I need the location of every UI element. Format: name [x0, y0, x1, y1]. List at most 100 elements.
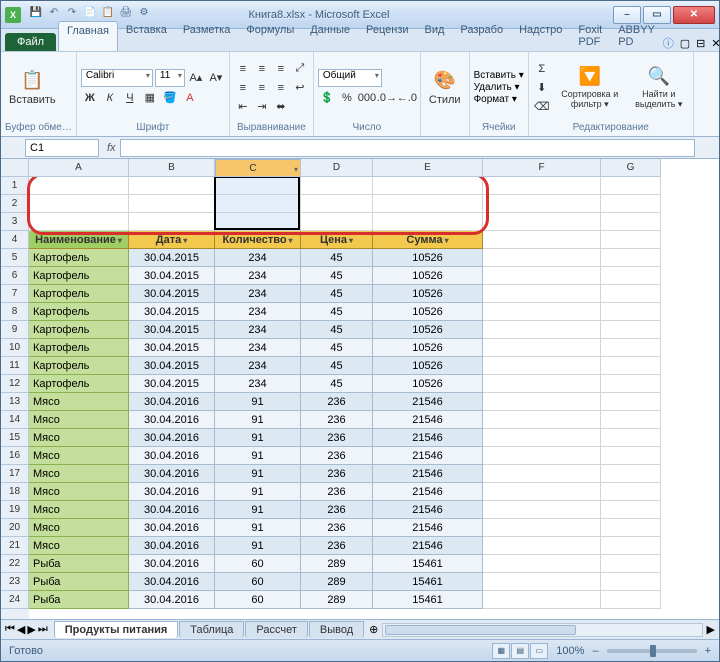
- cell-C23[interactable]: 60: [215, 573, 301, 591]
- cell-F7[interactable]: [483, 285, 601, 303]
- cell-E17[interactable]: 21546: [373, 465, 483, 483]
- cell-D4[interactable]: Цена▾: [301, 231, 373, 249]
- fill-color-button[interactable]: 🪣: [161, 89, 179, 107]
- row-header-22[interactable]: 22: [1, 555, 29, 573]
- select-all-corner[interactable]: [1, 159, 29, 177]
- cell-F2[interactable]: [483, 195, 601, 213]
- file-tab[interactable]: Файл: [5, 33, 56, 51]
- cell-A19[interactable]: Мясо: [29, 501, 129, 519]
- decrease-font-icon[interactable]: A▾: [207, 69, 225, 87]
- row-header-13[interactable]: 13: [1, 393, 29, 411]
- align-top-icon[interactable]: ≡: [234, 60, 252, 78]
- cell-E7[interactable]: 10526: [373, 285, 483, 303]
- font-size-select[interactable]: 11: [155, 69, 185, 87]
- cell-F12[interactable]: [483, 375, 601, 393]
- cell-B3[interactable]: [129, 213, 215, 231]
- cell-B14[interactable]: 30.04.2016: [129, 411, 215, 429]
- cell-A20[interactable]: Мясо: [29, 519, 129, 537]
- cell-E5[interactable]: 10526: [373, 249, 483, 267]
- increase-font-icon[interactable]: A▴: [187, 69, 205, 87]
- qat-button-2[interactable]: ↷: [64, 4, 80, 20]
- cell-E15[interactable]: 21546: [373, 429, 483, 447]
- filter-icon[interactable]: ▾: [289, 236, 293, 245]
- cell-G3[interactable]: [601, 213, 661, 231]
- row-header-17[interactable]: 17: [1, 465, 29, 483]
- cell-C15[interactable]: 91: [215, 429, 301, 447]
- cell-A13[interactable]: Мясо: [29, 393, 129, 411]
- cell-A16[interactable]: Мясо: [29, 447, 129, 465]
- column-header-F[interactable]: F: [483, 159, 601, 177]
- align-center-icon[interactable]: ≡: [253, 79, 271, 97]
- cell-F10[interactable]: [483, 339, 601, 357]
- cell-E21[interactable]: 21546: [373, 537, 483, 555]
- row-header-23[interactable]: 23: [1, 573, 29, 591]
- cell-A23[interactable]: Рыба: [29, 573, 129, 591]
- cell-E16[interactable]: 21546: [373, 447, 483, 465]
- cell-G21[interactable]: [601, 537, 661, 555]
- cell-F6[interactable]: [483, 267, 601, 285]
- cell-F18[interactable]: [483, 483, 601, 501]
- cell-F5[interactable]: [483, 249, 601, 267]
- cell-B17[interactable]: 30.04.2016: [129, 465, 215, 483]
- zoom-level[interactable]: 100%: [556, 645, 584, 657]
- row-header-4[interactable]: 4: [1, 231, 29, 249]
- cell-G1[interactable]: [601, 177, 661, 195]
- cell-D9[interactable]: 45: [301, 321, 373, 339]
- cell-E19[interactable]: 21546: [373, 501, 483, 519]
- cell-A11[interactable]: Картофель: [29, 357, 129, 375]
- row-header-3[interactable]: 3: [1, 213, 29, 231]
- cell-G16[interactable]: [601, 447, 661, 465]
- cell-G7[interactable]: [601, 285, 661, 303]
- sheet-tab-3[interactable]: Вывод: [309, 621, 364, 638]
- cell-D16[interactable]: 236: [301, 447, 373, 465]
- cell-A10[interactable]: Картофель: [29, 339, 129, 357]
- cell-B23[interactable]: 30.04.2016: [129, 573, 215, 591]
- cell-E24[interactable]: 15461: [373, 591, 483, 609]
- qat-button-6[interactable]: ⚙: [136, 4, 152, 20]
- cell-C7[interactable]: 234: [215, 285, 301, 303]
- sheet-tab-1[interactable]: Таблица: [179, 621, 244, 638]
- cell-C13[interactable]: 91: [215, 393, 301, 411]
- cell-C11[interactable]: 234: [215, 357, 301, 375]
- accounting-format-icon[interactable]: 💲: [318, 89, 336, 107]
- ribbon-tab-главная[interactable]: Главная: [58, 21, 118, 51]
- insert-cells-button[interactable]: Вставить ▾: [474, 70, 524, 81]
- align-right-icon[interactable]: ≡: [272, 79, 290, 97]
- ribbon-tab-вставка[interactable]: Вставка: [118, 21, 175, 51]
- cell-E14[interactable]: 21546: [373, 411, 483, 429]
- cell-A8[interactable]: Картофель: [29, 303, 129, 321]
- cell-F1[interactable]: [483, 177, 601, 195]
- cell-E22[interactable]: 15461: [373, 555, 483, 573]
- row-header-19[interactable]: 19: [1, 501, 29, 519]
- autosum-icon[interactable]: Σ: [533, 60, 551, 78]
- cell-A7[interactable]: Картофель: [29, 285, 129, 303]
- cell-A3[interactable]: [29, 213, 129, 231]
- zoom-out-icon[interactable]: –: [592, 645, 598, 657]
- row-header-7[interactable]: 7: [1, 285, 29, 303]
- fx-icon[interactable]: fx: [107, 142, 116, 154]
- cell-F9[interactable]: [483, 321, 601, 339]
- cell-F14[interactable]: [483, 411, 601, 429]
- row-header-9[interactable]: 9: [1, 321, 29, 339]
- formula-bar[interactable]: [120, 139, 695, 157]
- sort-filter-button[interactable]: 🔽 Сортировка и фильтр ▾: [557, 63, 623, 112]
- cell-B8[interactable]: 30.04.2015: [129, 303, 215, 321]
- cell-B16[interactable]: 30.04.2016: [129, 447, 215, 465]
- percent-format-icon[interactable]: %: [338, 89, 356, 107]
- cell-E20[interactable]: 21546: [373, 519, 483, 537]
- align-middle-icon[interactable]: ≡: [253, 60, 271, 78]
- cell-A4[interactable]: Наименование▾: [29, 231, 129, 249]
- cell-E11[interactable]: 10526: [373, 357, 483, 375]
- cell-D14[interactable]: 236: [301, 411, 373, 429]
- cell-D24[interactable]: 289: [301, 591, 373, 609]
- cell-F22[interactable]: [483, 555, 601, 573]
- column-header-G[interactable]: G: [601, 159, 661, 177]
- cell-G6[interactable]: [601, 267, 661, 285]
- italic-button[interactable]: К: [101, 89, 119, 107]
- cell-A17[interactable]: Мясо: [29, 465, 129, 483]
- cell-F8[interactable]: [483, 303, 601, 321]
- cell-A2[interactable]: [29, 195, 129, 213]
- find-select-button[interactable]: 🔍 Найти и выделить ▾: [629, 63, 689, 112]
- column-header-E[interactable]: E: [373, 159, 483, 177]
- cell-E6[interactable]: 10526: [373, 267, 483, 285]
